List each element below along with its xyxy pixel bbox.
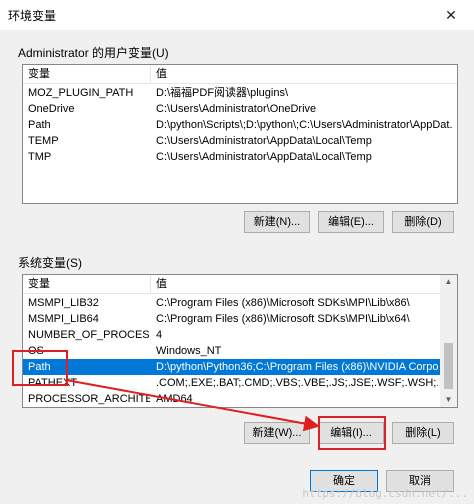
variable-value: C:\Users\Administrator\OneDrive [156, 103, 317, 115]
system-delete-button[interactable]: 删除(L) [392, 422, 454, 444]
system-variable-row[interactable]: PROCESSOR_ARCHITECT... AMD64 [23, 391, 440, 407]
variable-value: C:\Users\Administrator\AppData\Local\Tem… [156, 151, 372, 163]
system-variable-row[interactable]: MSMPI_LIB64 C:\Program Files (x86)\Micro… [23, 311, 440, 327]
variable-name: Path [28, 119, 51, 131]
variable-value: AMD64 [156, 393, 193, 405]
system-new-button[interactable]: 新建(W)... [244, 422, 310, 444]
variable-value: C:\Program Files (x86)\Microsoft SDKs\MP… [156, 297, 410, 309]
system-variables-label: 系统变量(S) [18, 256, 82, 270]
user-variable-row[interactable]: TMP C:\Users\Administrator\AppData\Local… [23, 149, 457, 165]
user-new-button[interactable]: 新建(N)... [244, 211, 310, 233]
variable-name: TMP [28, 151, 52, 163]
user-variables-list[interactable]: 变量 值 MOZ_PLUGIN_PATH D:\福福PDF阅读器\plugins… [22, 64, 458, 204]
window-title: 环境变量 [8, 9, 57, 23]
variable-value: D:\福福PDF阅读器\plugins\ [156, 87, 289, 99]
variable-value: D:\python\Scripts\;D:\python\;C:\Users\A… [156, 119, 452, 131]
annotation-box-path [12, 350, 68, 386]
system-variable-row[interactable]: NUMBER_OF_PROCESSORS 4 [23, 327, 440, 343]
system-variable-row[interactable]: PATHEXT .COM;.EXE;.BAT;.CMD;.VBS;.VBE;.J… [23, 375, 440, 391]
dialog-body: Administrator 的用户变量(U) 变量 值 MOZ_PLUGIN_P… [0, 30, 474, 504]
user-variable-row[interactable]: Path D:\python\Scripts\;D:\python\;C:\Us… [23, 117, 457, 133]
column-header-value[interactable]: 值 [151, 65, 451, 83]
variable-value: C:\Program Files (x86)\Microsoft SDKs\MP… [156, 313, 410, 325]
user-variable-row[interactable]: TEMP C:\Users\Administrator\AppData\Loca… [23, 133, 457, 149]
user-list-header: 变量 值 [23, 65, 457, 84]
user-variables-label: Administrator 的用户变量(U) [18, 46, 169, 60]
variable-value: .COM;.EXE;.BAT;.CMD;.VBS;.VBE;.JS;.JSE;.… [156, 377, 438, 389]
variable-value: Windows_NT [156, 345, 222, 357]
variable-name: PROCESSOR_ARCHITECT... [28, 393, 150, 405]
annotation-box-edit [318, 416, 386, 450]
variable-name: NUMBER_OF_PROCESSORS [28, 329, 150, 341]
user-variable-row[interactable]: OneDrive C:\Users\Administrator\OneDrive [23, 101, 457, 117]
variable-name: MSMPI_LIB64 [28, 313, 99, 325]
variable-value: 4 [156, 329, 163, 341]
system-list-header: 变量 值 [23, 275, 457, 294]
system-variable-row[interactable]: OS Windows_NT [23, 343, 440, 359]
variable-value: D:\python\Python36;C:\Program Files (x86… [156, 361, 438, 373]
column-header-value[interactable]: 值 [151, 275, 441, 293]
user-edit-button[interactable]: 编辑(E)... [318, 211, 384, 233]
scroll-up-icon[interactable]: ▲ [440, 275, 457, 289]
title-bar: 环境变量 ✕ [0, 0, 474, 30]
column-header-variable[interactable]: 变量 [23, 275, 151, 293]
variable-value: C:\Users\Administrator\AppData\Local\Tem… [156, 135, 372, 147]
system-variable-row[interactable]: MSMPI_LIB32 C:\Program Files (x86)\Micro… [23, 295, 440, 311]
close-icon[interactable]: ✕ [428, 0, 474, 30]
system-list-scrollbar[interactable]: ▲ ▼ [440, 275, 457, 407]
user-delete-button[interactable]: 删除(D) [392, 211, 454, 233]
system-variable-row-selected[interactable]: Path D:\python\Python36;C:\Program Files… [23, 359, 440, 375]
system-variables-list[interactable]: 变量 值 MSMPI_LIB32 C:\Program Files (x86)\… [22, 274, 458, 408]
watermark: https://blog.csdn.net/... [302, 487, 468, 500]
user-variable-row[interactable]: MOZ_PLUGIN_PATH D:\福福PDF阅读器\plugins\ [23, 85, 457, 101]
variable-name: MSMPI_LIB32 [28, 297, 99, 309]
variable-name: TEMP [28, 135, 59, 147]
variable-name: MOZ_PLUGIN_PATH [28, 87, 134, 99]
scroll-thumb[interactable] [444, 343, 453, 389]
variable-name: OneDrive [28, 103, 75, 115]
scroll-down-icon[interactable]: ▼ [440, 393, 457, 407]
column-header-variable[interactable]: 变量 [23, 65, 151, 83]
